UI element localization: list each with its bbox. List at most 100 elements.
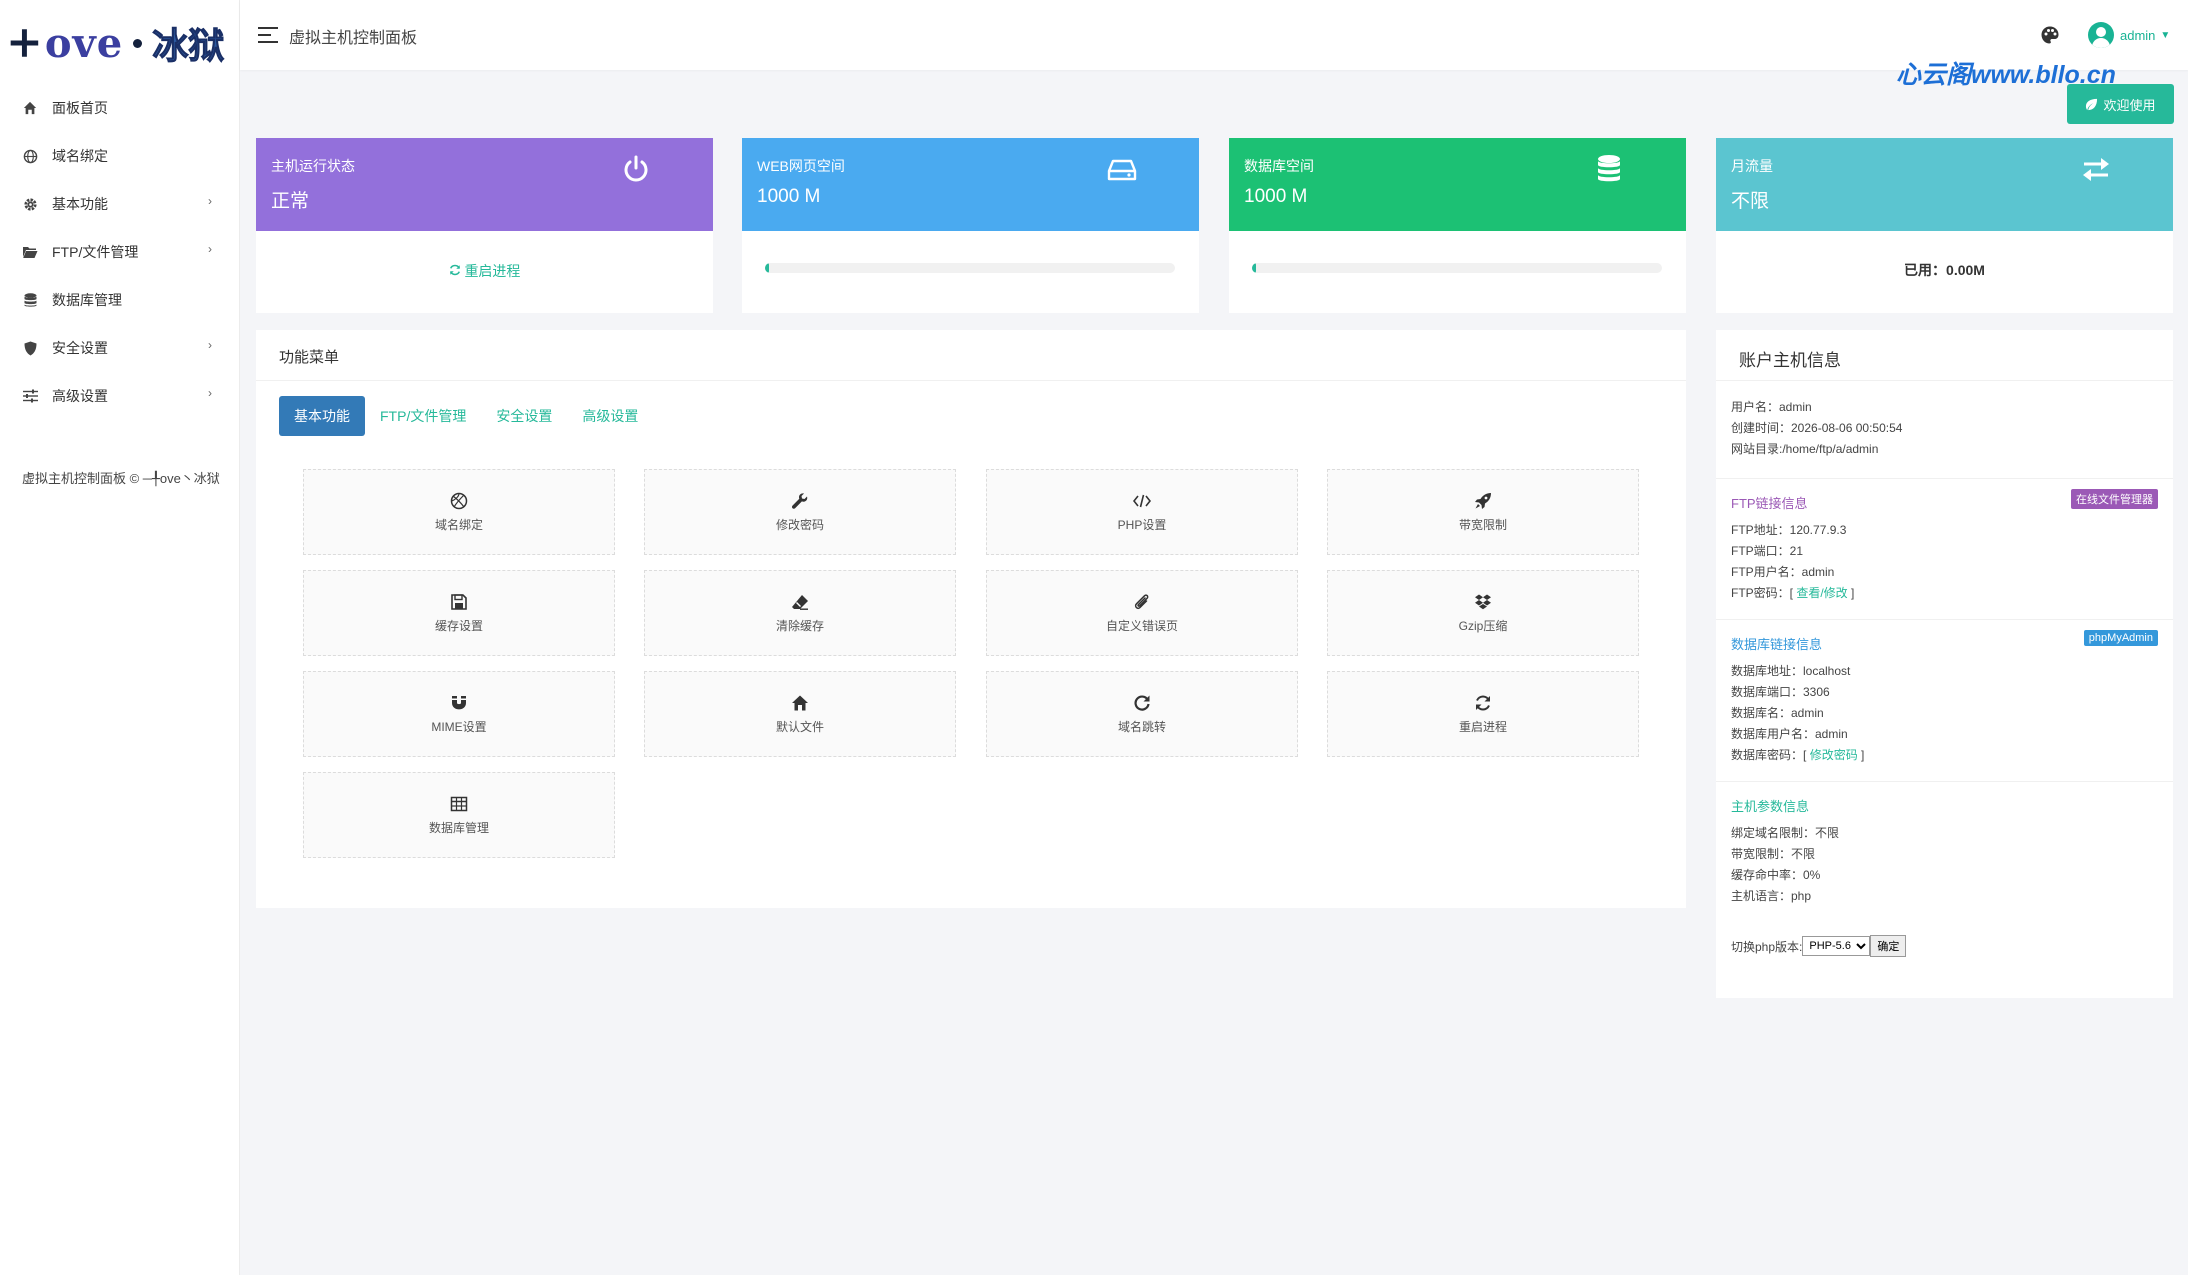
tile-domain-redirect[interactable]: 域名跳转 (986, 671, 1298, 757)
database-icon (22, 292, 38, 308)
menu-toggle-icon[interactable] (258, 27, 278, 43)
shield-icon (22, 340, 38, 356)
restart-process-link[interactable]: 重启进程 (256, 261, 713, 281)
phpmyadmin-badge[interactable]: phpMyAdmin (2083, 630, 2158, 646)
info-title: 账户主机信息 (1739, 351, 1841, 370)
host-params-section: 主机参数信息 绑定域名限制：不限 带宽限制：不限 缓存命中率：0% 主机语言：p… (1716, 781, 2173, 998)
sidebar-item-database[interactable]: 数据库管理 (0, 276, 240, 324)
tile-gzip[interactable]: Gzip压缩 (1327, 570, 1639, 656)
tile-bandwidth-limit[interactable]: 带宽限制 (1327, 469, 1639, 555)
db-password-label: 数据库密码：[ (1731, 748, 1807, 762)
account-username: 用户名：admin (1731, 400, 1812, 414)
tile-custom-error-page[interactable]: 自定义错误页 (986, 570, 1298, 656)
tab-advanced[interactable]: 高级设置 (567, 396, 653, 436)
tile-clear-cache[interactable]: 清除缓存 (644, 570, 956, 656)
sidebar-item-label: 面板首页 (52, 100, 108, 116)
globe-icon (22, 148, 38, 164)
logo-dot (133, 38, 143, 48)
table-icon (450, 796, 468, 811)
tile-domain-binding[interactable]: 域名绑定 (303, 469, 615, 555)
sidebar-item-domain[interactable]: 域名绑定 (0, 132, 240, 180)
tile-label: 域名跳转 (1117, 719, 1166, 734)
tile-label: 重启进程 (1458, 719, 1507, 734)
power-icon (624, 155, 648, 182)
ftp-title: FTP链接信息 (1731, 496, 1808, 511)
ftp-port: FTP端口：21 (1731, 544, 1804, 558)
tile-label: 清除缓存 (775, 618, 824, 633)
tile-label: PHP设置 (1117, 517, 1167, 532)
stat-card-status: 主机运行状态 正常 重启进程 (256, 138, 713, 313)
database-icon (1598, 155, 1620, 182)
stat-label: 月流量 (1731, 158, 1773, 174)
restart-process-label: 重启进程 (464, 263, 521, 279)
php-version-select[interactable]: PHP-5.6 (1802, 936, 1871, 956)
tile-php-settings[interactable]: PHP设置 (986, 469, 1298, 555)
stat-card-header: 月流量 不限 (1716, 138, 2173, 231)
sidebar-item-ftp[interactable]: FTP/文件管理 › (0, 228, 240, 276)
php-version-confirm-button[interactable]: 确定 (1870, 935, 1907, 957)
account-info-panel: 账户主机信息 用户名：admin 创建时间：2026-08-06 00:50:5… (1716, 330, 2173, 998)
brand-logo[interactable]: + ove 冰狱 (6, 12, 238, 74)
host-bandwidth-limit: 带宽限制：不限 (1731, 847, 1816, 861)
db-title: 数据库链接信息 (1731, 637, 1823, 652)
db-password-end: ] (1861, 748, 1865, 762)
home-icon (22, 100, 38, 116)
tile-cache-settings[interactable]: 缓存设置 (303, 570, 615, 656)
refresh-icon (1476, 695, 1490, 710)
tile-label: 数据库管理 (428, 820, 489, 835)
ftp-password-label: FTP密码：[ (1731, 586, 1793, 600)
user-menu[interactable]: admin ▼ (2088, 22, 2170, 48)
chevron-right-icon: › (208, 242, 212, 256)
stat-card-header: WEB网页空间 1000 M (742, 138, 1199, 231)
welcome-button-label: 欢迎使用 (2103, 97, 2156, 113)
tile-database-management[interactable]: 数据库管理 (303, 772, 615, 858)
stat-card-traffic: 月流量 不限 已用：0.00M (1716, 138, 2173, 313)
tile-label: 缓存设置 (434, 618, 483, 633)
db-address: 数据库地址：localhost (1731, 664, 1851, 678)
stat-card-web-space: WEB网页空间 1000 M (742, 138, 1199, 313)
tile-label: 自定义错误页 (1105, 618, 1178, 633)
db-name: 数据库名：admin (1731, 706, 1824, 720)
tile-change-password[interactable]: 修改密码 (644, 469, 956, 555)
db-password-change-link[interactable]: 修改密码 (1810, 748, 1858, 762)
host-language: 主机语言：php (1731, 889, 1812, 903)
panel-title: 功能菜单 (279, 349, 340, 366)
ftp-password-end: ] (1851, 586, 1855, 600)
tile-restart-process[interactable]: 重启进程 (1327, 671, 1639, 757)
ftp-address: FTP地址：120.77.9.3 (1731, 523, 1847, 537)
tile-mime-settings[interactable]: MIME设置 (303, 671, 615, 757)
sidebar-item-security[interactable]: 安全设置 › (0, 324, 240, 372)
php-version-label: 切换php版本: (1731, 939, 1803, 954)
paperclip-icon (1134, 593, 1149, 609)
gear-icon (22, 196, 38, 212)
database-section: 数据库链接信息 phpMyAdmin 数据库地址：localhost 数据库端口… (1716, 619, 2173, 781)
stat-card-body: 重启进程 (256, 231, 713, 313)
wrench-icon (791, 492, 808, 509)
stat-value: 不限 (1731, 191, 1770, 212)
sidebar-item-label: FTP/文件管理 (52, 244, 139, 260)
tile-label: Gzip压缩 (1458, 618, 1508, 633)
file-manager-badge[interactable]: 在线文件管理器 (2071, 489, 2158, 509)
sidebar-item-home[interactable]: 面板首页 (0, 84, 240, 132)
palette-icon[interactable] (2040, 25, 2060, 45)
tab-basic[interactable]: 基本功能 (279, 396, 365, 436)
leaf-icon (2086, 98, 2098, 110)
dropbox-icon (1475, 594, 1491, 609)
sidebar-item-label: 安全设置 (52, 340, 108, 356)
tab-ftp[interactable]: FTP/文件管理 (365, 396, 481, 436)
account-directory: 网站目录:/home/ftp/a/admin (1731, 442, 1879, 456)
caret-down-icon: ▼ (2160, 29, 2171, 41)
stat-card-db-space: 数据库空间 1000 M (1229, 138, 1686, 313)
db-password: 数据库密码：[ 修改密码 ] (1731, 746, 1864, 763)
sidebar-item-advanced[interactable]: 高级设置 › (0, 372, 240, 420)
tab-security[interactable]: 安全设置 (481, 396, 567, 436)
sidebar-item-label: 数据库管理 (52, 292, 122, 308)
stat-label: 主机运行状态 (271, 158, 355, 174)
welcome-button[interactable]: 欢迎使用 (2067, 84, 2174, 124)
tile-label: MIME设置 (431, 719, 487, 734)
ftp-password-view-link[interactable]: 查看/修改 (1796, 586, 1847, 600)
sidebar-item-basic[interactable]: 基本功能 › (0, 180, 240, 228)
tile-default-file[interactable]: 默认文件 (644, 671, 956, 757)
logo-cn: 冰狱 (152, 26, 225, 68)
php-version-row: 切换php版本: PHP-5.6 确定 (1731, 935, 1907, 957)
